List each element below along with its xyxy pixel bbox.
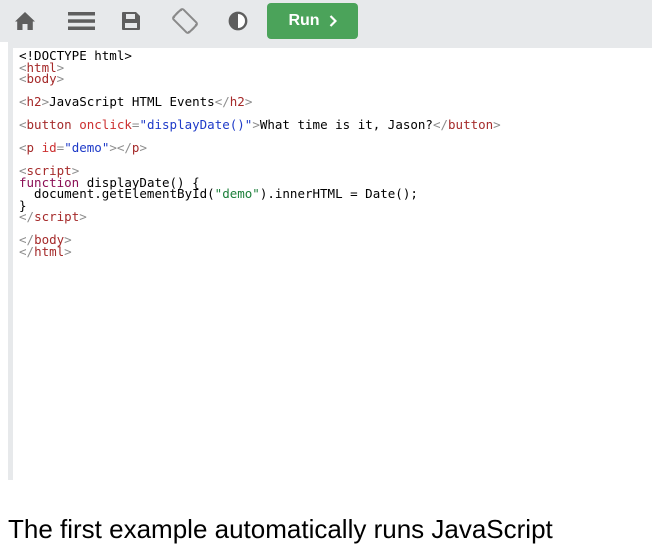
code-content: <!DOCTYPE html> <html> <body> <h2>JavaScrip… — [19, 48, 652, 259]
run-button[interactable]: Run — [267, 3, 358, 39]
save-icon — [122, 12, 140, 30]
code-line: <p id="demo"></p> — [19, 140, 147, 155]
contrast-icon — [228, 11, 248, 31]
code-line: <!DOCTYPE html> — [19, 48, 132, 63]
menu-button[interactable] — [68, 0, 95, 42]
save-button[interactable] — [121, 0, 141, 42]
code-line: } — [19, 197, 27, 213]
home-button[interactable] — [14, 0, 36, 42]
code-line: </html> — [19, 243, 72, 259]
code-line: </script> — [19, 209, 87, 224]
chevron-right-icon — [329, 15, 337, 27]
code-line: </body> — [19, 232, 72, 247]
toolbar: Run — [0, 0, 652, 42]
run-button-label: Run — [288, 12, 320, 29]
rotate-button[interactable] — [172, 0, 198, 42]
code-editor[interactable]: <!DOCTYPE html> <html> <body> <h2>JavaScrip… — [13, 48, 652, 480]
menu-icon — [68, 12, 95, 30]
home-icon — [15, 12, 35, 30]
editor-frame: <!DOCTYPE html> <html> <body> <h2>JavaScrip… — [8, 42, 652, 480]
theme-button[interactable] — [228, 0, 248, 42]
code-line: <h2>JavaScript HTML Events</h2> — [19, 94, 253, 109]
code-line: <body> — [19, 71, 65, 86]
code-line: document.getElementById("demo").innerHTM… — [19, 186, 418, 201]
code-line: <html> — [19, 59, 65, 75]
code-line: <button onclick="displayDate()">What tim… — [19, 117, 501, 132]
rotate-icon — [172, 8, 198, 34]
